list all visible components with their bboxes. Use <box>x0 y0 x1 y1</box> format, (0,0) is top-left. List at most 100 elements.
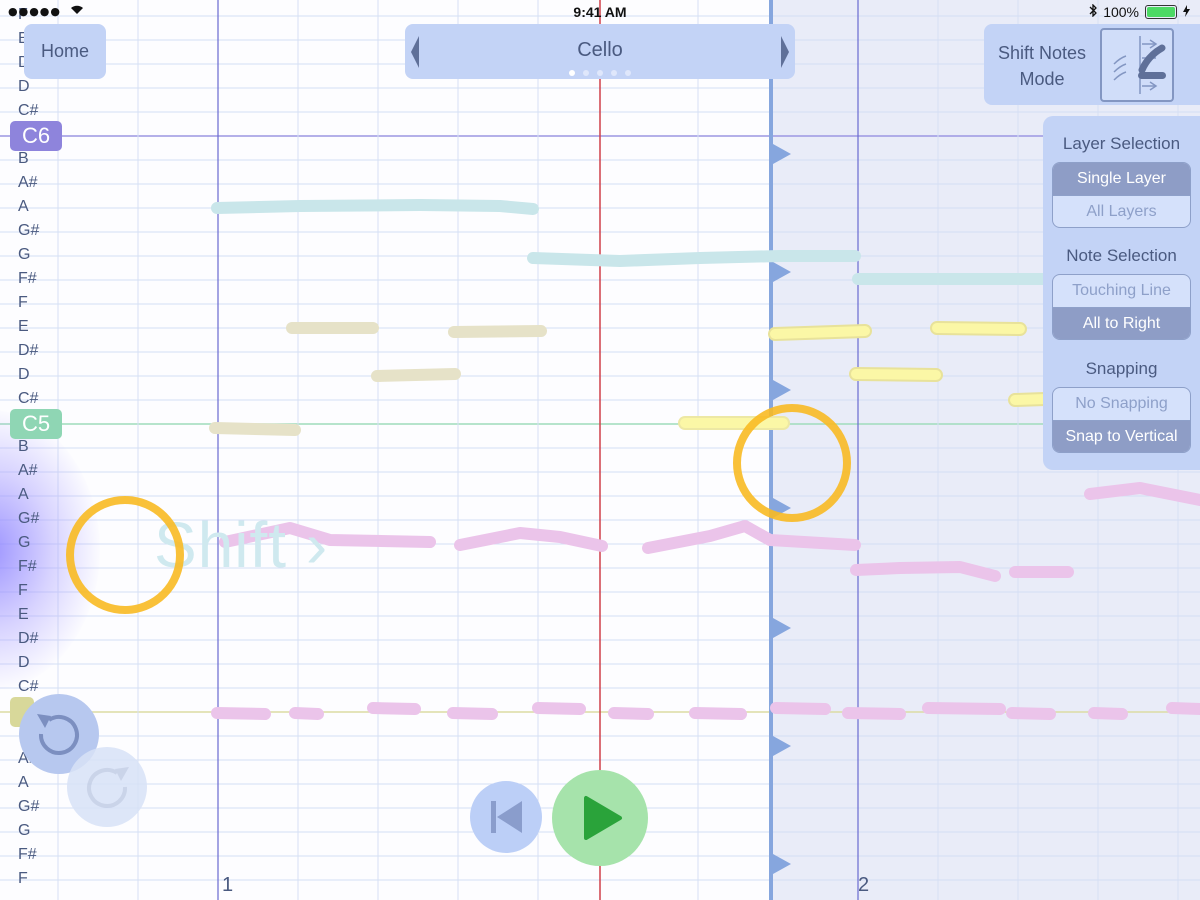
note-stroke-pink <box>1088 707 1128 720</box>
play-button[interactable] <box>552 770 648 866</box>
note-name-label: G# <box>18 222 40 239</box>
status-right: 100% <box>1089 3 1190 20</box>
note-stroke-pink <box>770 702 831 715</box>
note-name-label: F# <box>18 846 37 863</box>
note-name-label: F <box>18 870 28 887</box>
music-app-screen: ●●●●● 9:41 AM 100% Home Cello Shift Note… <box>0 0 1200 900</box>
page-dot <box>583 70 589 76</box>
note-stroke-pink <box>689 707 747 720</box>
note-selection-control: Touching Line All to Right <box>1052 274 1191 340</box>
piano-roll-canvas[interactable] <box>0 0 1200 900</box>
note-name-label: E <box>18 606 29 623</box>
note-name-label: D# <box>18 630 39 647</box>
page-dot <box>569 70 575 76</box>
note-selection-title: Note Selection <box>1066 246 1177 265</box>
next-instrument-arrow-icon[interactable] <box>781 36 789 68</box>
mode-label-line2: Mode <box>1019 69 1065 89</box>
note-name-label: A <box>18 198 29 215</box>
shift-options-panel: Layer Selection Single Layer All Layers … <box>1043 116 1200 470</box>
measure-number: 1 <box>222 874 234 896</box>
mode-label: Shift Notes Mode <box>988 40 1096 92</box>
note-name-label: A <box>18 486 29 503</box>
mode-label-line1: Shift Notes <box>997 43 1087 63</box>
note-stroke-yellow <box>770 326 870 339</box>
note-name-label: B <box>18 150 29 167</box>
note-name-label: D <box>18 654 30 671</box>
redo-icon <box>87 767 129 808</box>
instrument-name: Cello <box>577 39 623 61</box>
note-name-label: A <box>18 774 29 791</box>
note-name-label: D# <box>18 342 39 359</box>
note-stroke-pink <box>532 702 586 715</box>
bluetooth-icon <box>1089 3 1098 20</box>
page-dot <box>625 70 631 76</box>
note-name-label: E <box>18 318 29 335</box>
status-time: 9:41 AM <box>573 4 627 20</box>
snap-to-vertical-option[interactable]: Snap to Vertical <box>1053 420 1190 452</box>
note-name-label: D <box>18 78 30 95</box>
touching-line-option[interactable]: Touching Line <box>1053 275 1190 307</box>
battery-icon <box>1145 5 1177 19</box>
touch-indicator-left <box>66 496 184 614</box>
note-name-label: G <box>18 534 31 551</box>
page-dot <box>611 70 617 76</box>
note-name-label: A# <box>18 462 38 479</box>
instrument-selector[interactable]: Cello <box>405 24 795 79</box>
octave-tag-c5: C5 <box>10 409 62 439</box>
note-name-label: G <box>18 822 31 839</box>
octave-tag-c6: C6 <box>10 121 62 151</box>
battery-percent: 100% <box>1103 4 1139 20</box>
layer-selection-title: Layer Selection <box>1062 134 1181 153</box>
note-name-label: G# <box>18 798 40 815</box>
page-indicator <box>405 70 795 76</box>
note-stroke-yellow <box>1010 394 1050 405</box>
all-layers-option[interactable]: All Layers <box>1053 195 1190 227</box>
note-stroke-pink <box>289 707 324 720</box>
shift-notes-mode-button[interactable]: Shift Notes Mode <box>984 24 1200 105</box>
play-icon <box>584 796 622 840</box>
note-stroke-pink <box>842 707 906 720</box>
note-stroke-tan <box>209 422 301 436</box>
note-stroke-tan <box>448 325 547 338</box>
layer-selection-control: Single Layer All Layers <box>1052 162 1191 228</box>
note-stroke-tan <box>371 368 461 382</box>
page-dot <box>597 70 603 76</box>
note-name-label: F <box>18 582 28 599</box>
all-to-right-option[interactable]: All to Right <box>1053 307 1190 339</box>
snapping-control: No Snapping Snap to Vertical <box>1052 387 1191 453</box>
note-stroke-pink <box>211 707 271 720</box>
shift-notes-mode-icon <box>1100 28 1174 102</box>
snapping-title: Snapping <box>1085 359 1158 378</box>
no-snapping-option[interactable]: No Snapping <box>1053 388 1190 420</box>
touch-indicator-right <box>733 404 851 522</box>
charging-icon <box>1183 4 1190 20</box>
measure-number: 2 <box>858 874 870 896</box>
note-name-label: F# <box>18 558 37 575</box>
note-name-label: B <box>18 438 29 455</box>
note-name-label: F# <box>18 270 37 287</box>
note-stroke-yellow <box>932 323 1025 334</box>
note-name-label: A# <box>18 174 38 191</box>
note-name-label: C# <box>18 390 39 407</box>
note-stroke-teal <box>527 250 861 267</box>
status-bar: ●●●●● 9:41 AM 100% <box>0 0 1200 24</box>
note-stroke-pink <box>367 702 421 715</box>
battery-fill <box>1147 7 1175 17</box>
home-button[interactable]: Home <box>24 24 106 79</box>
note-name-label: G# <box>18 510 40 527</box>
note-name-label: F <box>18 294 28 311</box>
note-name-label: C# <box>18 102 39 119</box>
single-layer-option[interactable]: Single Layer <box>1053 163 1190 195</box>
note-stroke-pink <box>922 702 1006 715</box>
note-stroke-pink <box>447 707 498 720</box>
note-name-label: G <box>18 246 31 263</box>
note-stroke-pink <box>1166 702 1200 715</box>
rewind-button[interactable] <box>470 781 542 853</box>
note-stroke-yellow <box>851 369 941 380</box>
note-stroke-teal <box>211 199 539 215</box>
skip-to-start-icon <box>491 801 522 833</box>
note-name-label: D <box>18 366 30 383</box>
note-stroke-pink <box>608 707 654 720</box>
note-stroke-pink <box>1006 707 1056 720</box>
redo-button[interactable] <box>67 747 147 827</box>
